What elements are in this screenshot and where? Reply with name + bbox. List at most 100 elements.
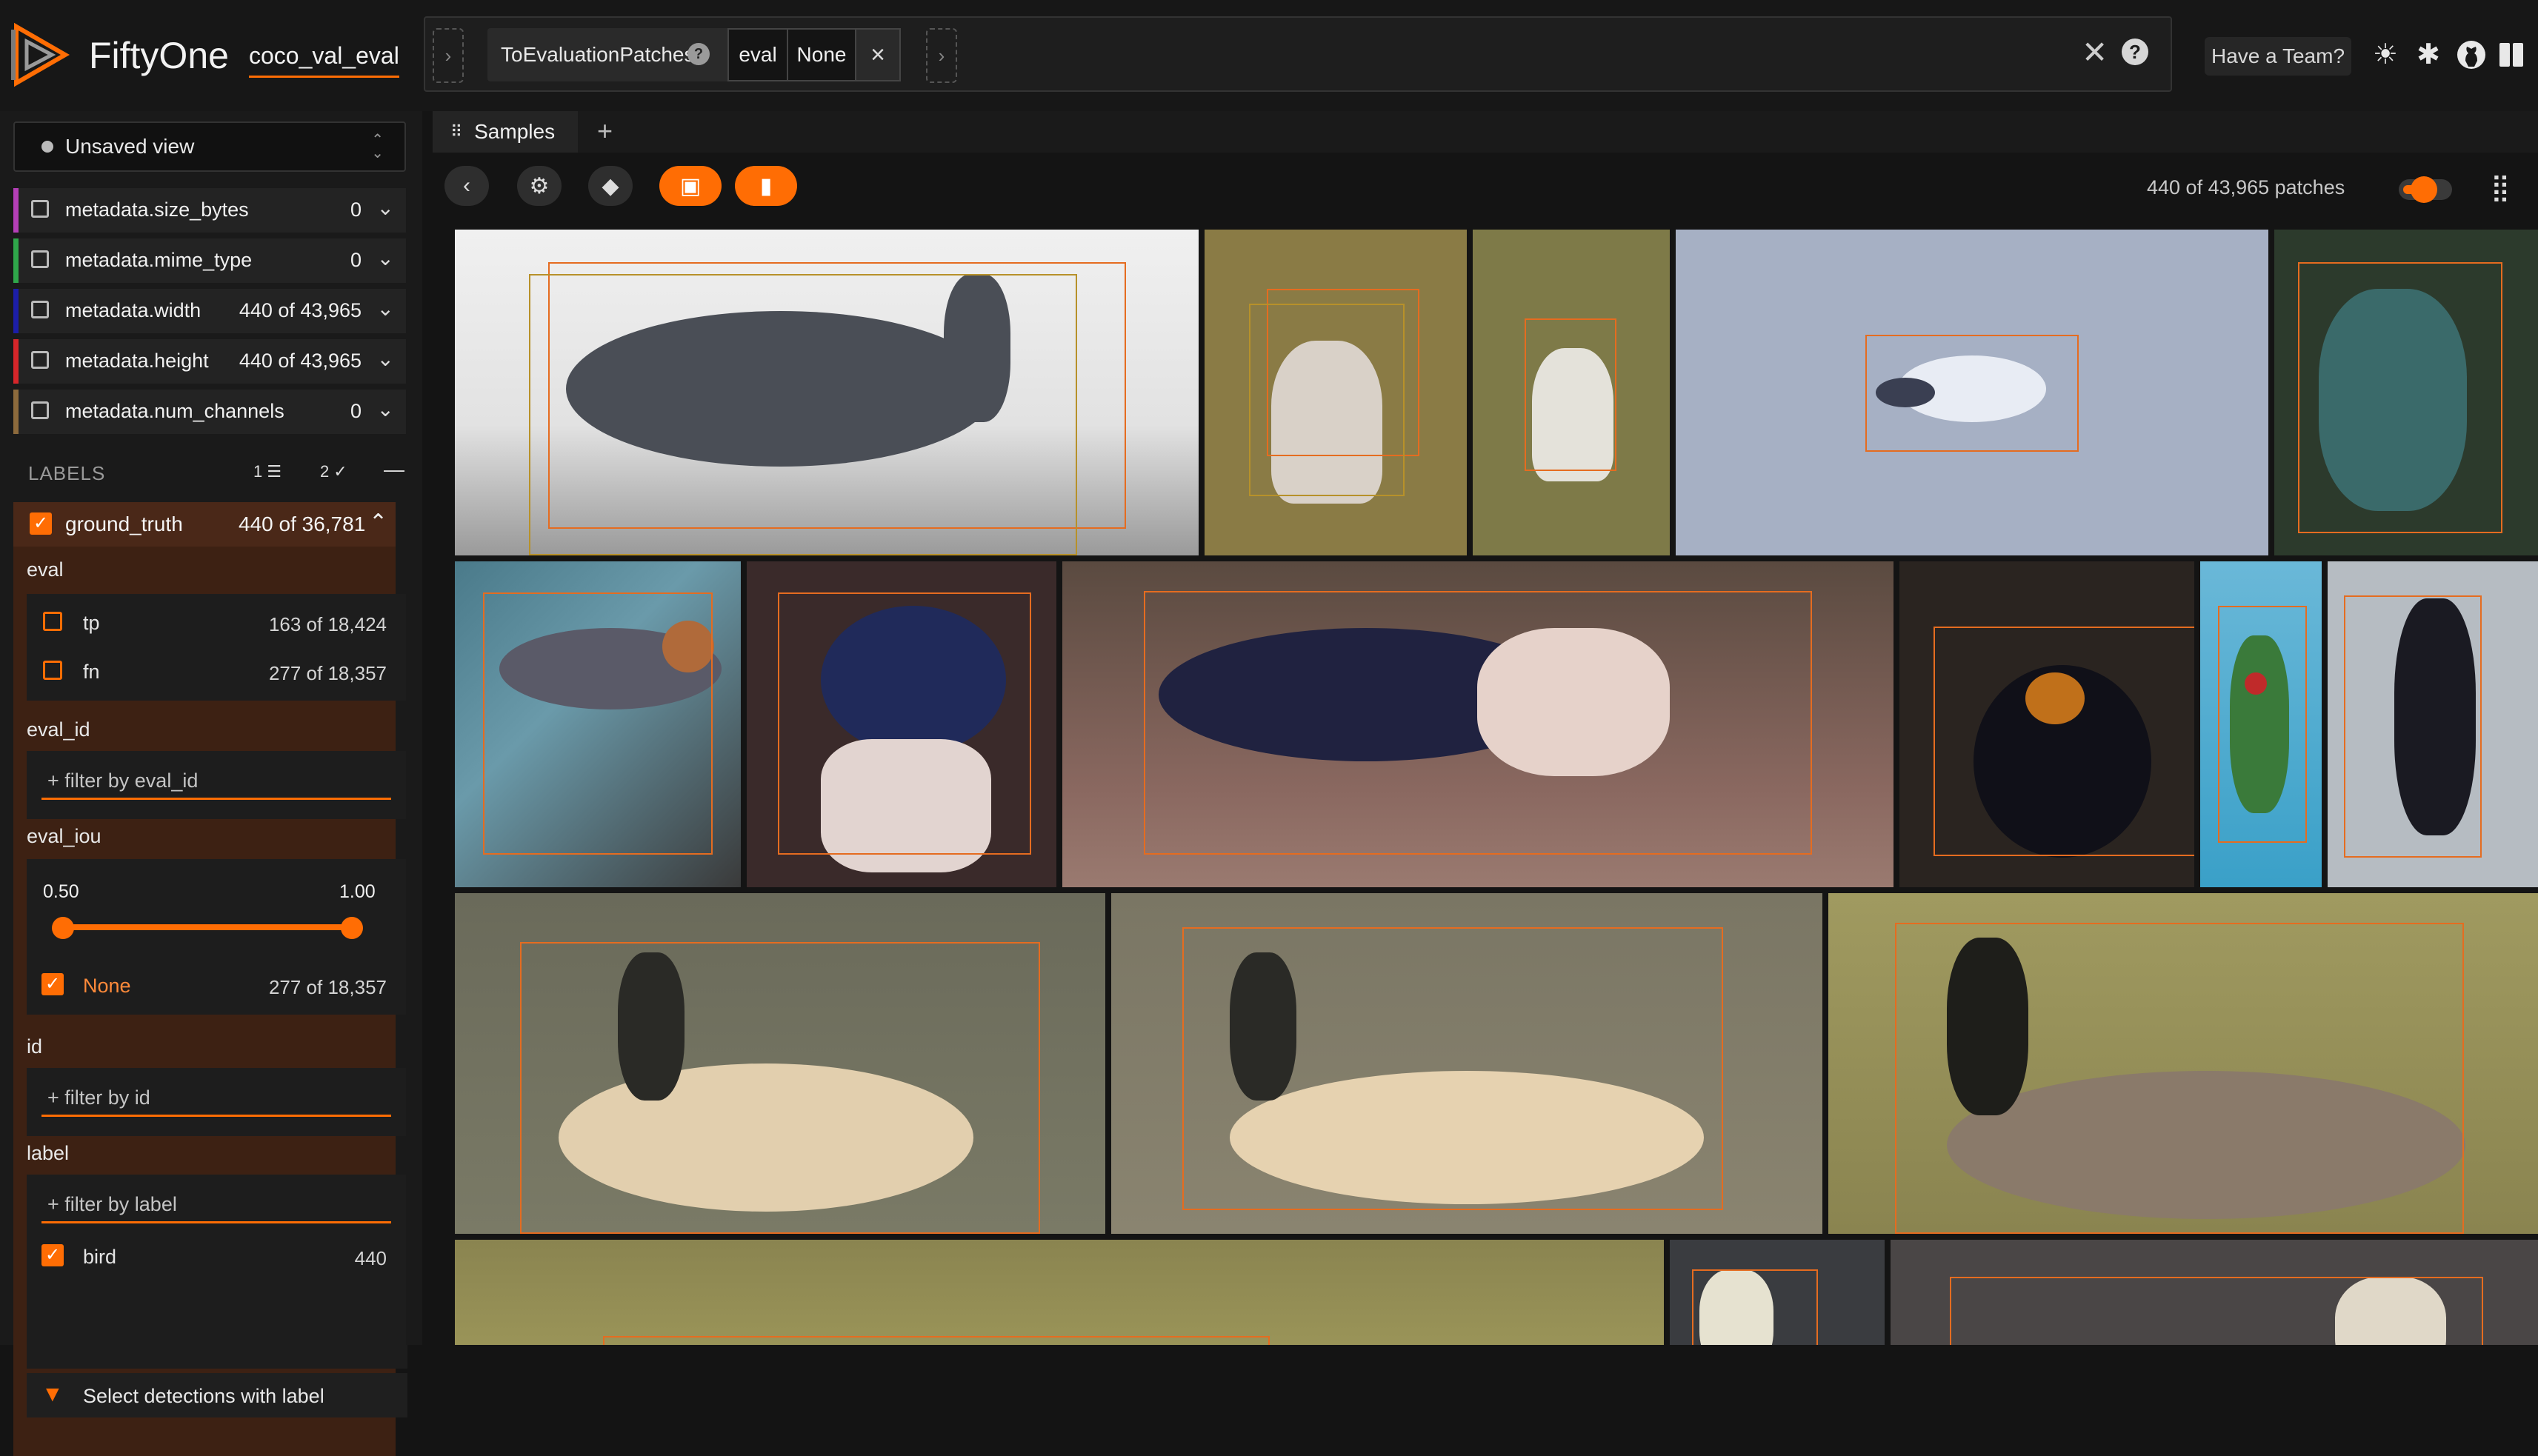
field-row-num-channels[interactable]: metadata.num_channels 0 ⌄ — [13, 390, 406, 437]
sidebar-scrollbar[interactable] — [406, 111, 418, 1345]
patch-thumbnail[interactable] — [1891, 1240, 2538, 1345]
field-checkbox[interactable] — [31, 351, 49, 369]
ground-truth-header[interactable]: ✓ ground_truth 440 of 36,781 ⌃ — [13, 502, 396, 547]
labels-group-header[interactable]: LABELS 1 ☰ 2 ✓ — — [13, 447, 406, 499]
label-option-bird[interactable]: ✓ bird 440 — [27, 1232, 407, 1280]
clear-view-icon[interactable]: ✕ — [2082, 34, 2108, 70]
view-bar-left-chevron-icon[interactable]: › — [433, 28, 464, 83]
visible-count-button[interactable]: 2 ✓ — [320, 459, 347, 484]
back-icon[interactable]: ‹ — [444, 166, 489, 206]
stage-param-eval[interactable]: eval — [727, 28, 788, 81]
chevron-down-icon[interactable]: ⌄ — [377, 347, 394, 371]
have-a-team-button[interactable]: Have a Team? — [2205, 37, 2351, 76]
option-checkbox[interactable] — [43, 612, 62, 631]
chevron-down-icon[interactable]: ⌄ — [377, 246, 394, 270]
patch-thumbnail[interactable] — [1828, 893, 2538, 1234]
bookmark-icon[interactable]: ▮ — [735, 166, 797, 206]
prediction-box — [529, 274, 1077, 555]
saved-view-select[interactable]: Unsaved view ⌃ ⌄ — [13, 121, 406, 172]
patch-thumbnail[interactable] — [455, 230, 1199, 555]
patch-thumbnail[interactable] — [1670, 1240, 1885, 1345]
filter-list-icon: ☰ — [267, 462, 282, 481]
patch-thumbnail[interactable] — [455, 893, 1105, 1234]
eval-option-fn[interactable]: fn 277 of 18,357 — [27, 647, 407, 695]
detection-box — [483, 592, 713, 855]
help-icon[interactable]: ? — [2122, 39, 2148, 65]
field-name: metadata.size_bytes — [65, 198, 249, 221]
stage-help-icon[interactable]: ? — [687, 43, 710, 65]
dataset-selector[interactable]: coco_val_eval — [249, 37, 399, 78]
field-row-mime-type[interactable]: metadata.mime_type 0 ⌄ — [13, 238, 406, 286]
field-row-size-bytes[interactable]: metadata.size_bytes 0 ⌄ — [13, 188, 406, 236]
patch-thumbnail[interactable] — [747, 561, 1056, 887]
ground-truth-checkbox[interactable]: ✓ — [30, 512, 52, 535]
chevron-up-icon[interactable]: ⌃ — [369, 510, 387, 535]
select-detections-label: Select detections with label — [83, 1385, 324, 1407]
patch-thumbnail[interactable] — [455, 1240, 1664, 1345]
slider-handle[interactable] — [2411, 176, 2437, 203]
patch-thumbnail[interactable] — [1676, 230, 2268, 555]
grid-size-slider[interactable] — [2399, 176, 2452, 203]
field-color-bar — [13, 390, 19, 434]
patch-thumbnail[interactable] — [1062, 561, 1893, 887]
eval-iou-slider-max-handle[interactable] — [341, 917, 363, 939]
fiftyone-logo-icon[interactable] — [10, 22, 71, 87]
patch-thumbnail[interactable] — [2328, 561, 2538, 887]
view-bar-right-chevron-icon[interactable]: › — [926, 28, 957, 83]
eval-id-filter — [27, 751, 407, 819]
option-count: 277 of 18,357 — [268, 662, 387, 684]
bird-checkbox[interactable]: ✓ — [41, 1244, 64, 1266]
tab-samples[interactable]: ⠿ Samples — [433, 111, 578, 153]
option-checkbox[interactable] — [43, 661, 62, 680]
eval-iou-slider-min-handle[interactable] — [52, 917, 74, 939]
select-detections-button[interactable]: ▼ Select detections with label — [27, 1373, 407, 1417]
id-filter-input[interactable] — [41, 1081, 391, 1117]
patch-thumbnail[interactable] — [1899, 561, 2194, 887]
tag-icon[interactable]: ◆ — [588, 166, 633, 206]
slider-min-value: 0.50 — [43, 881, 79, 902]
detection-box — [520, 942, 1040, 1234]
eval-iou-slider-track[interactable] — [62, 924, 351, 930]
detection-box — [1525, 318, 1616, 471]
patch-thumbnail[interactable] — [2274, 230, 2538, 555]
gear-icon[interactable]: ⚙ — [517, 166, 562, 206]
field-row-height[interactable]: metadata.height 440 of 43,965 ⌄ — [13, 339, 406, 387]
patch-thumbnail[interactable] — [455, 561, 741, 887]
eval-iou-none-option[interactable]: ✓ None 277 of 18,357 — [27, 961, 407, 1009]
field-checkbox[interactable] — [31, 401, 49, 419]
patch-thumbnail[interactable] — [1473, 230, 1670, 555]
add-panel-icon[interactable]: + — [597, 116, 613, 147]
book-icon[interactable] — [2497, 40, 2526, 70]
slack-icon[interactable]: ✱ — [2412, 39, 2445, 71]
none-checkbox[interactable]: ✓ — [41, 973, 64, 995]
eval-option-tp[interactable]: tp 163 of 18,424 — [27, 598, 407, 646]
option-name: fn — [83, 661, 100, 683]
stage-remove-icon[interactable]: × — [855, 28, 901, 81]
field-row-width[interactable]: metadata.width 440 of 43,965 ⌄ — [13, 289, 406, 336]
none-count: 277 of 18,357 — [268, 976, 387, 998]
view-stage[interactable]: ToEvaluationPatches ? eval None × — [487, 28, 1154, 81]
theme-icon[interactable]: ☀ — [2369, 39, 2402, 71]
patch-thumbnail[interactable] — [1111, 893, 1822, 1234]
collapse-icon[interactable]: — — [384, 458, 404, 481]
view-bar[interactable]: › ToEvaluationPatches ? eval None × › ✕ … — [424, 16, 2172, 92]
filter-count-button[interactable]: 1 ☰ — [253, 459, 282, 484]
chevron-down-icon[interactable]: ⌄ — [377, 397, 394, 421]
label-filter-input[interactable] — [41, 1188, 391, 1223]
sample-grid — [433, 228, 2538, 1345]
patch-thumbnail[interactable] — [2200, 561, 2322, 887]
stage-param-none[interactable]: None — [787, 28, 856, 81]
field-checkbox[interactable] — [31, 250, 49, 268]
header: FiftyOne coco_val_eval › ToEvaluationPat… — [0, 0, 2538, 111]
field-checkbox[interactable] — [31, 200, 49, 218]
field-checkbox[interactable] — [31, 301, 49, 318]
eval-id-filter-input[interactable] — [41, 764, 391, 800]
chevron-down-icon[interactable]: ⌄ — [377, 296, 394, 321]
github-icon[interactable] — [2455, 39, 2488, 71]
chevron-down-icon[interactable]: ⌄ — [377, 196, 394, 220]
grid-layout-icon[interactable]: ⣿ — [2491, 172, 2510, 203]
field-color-bar — [13, 188, 19, 233]
label-filter: ✓ bird 440 — [27, 1175, 407, 1369]
patch-thumbnail[interactable] — [1205, 230, 1467, 555]
patches-icon[interactable]: ▣ — [659, 166, 722, 206]
